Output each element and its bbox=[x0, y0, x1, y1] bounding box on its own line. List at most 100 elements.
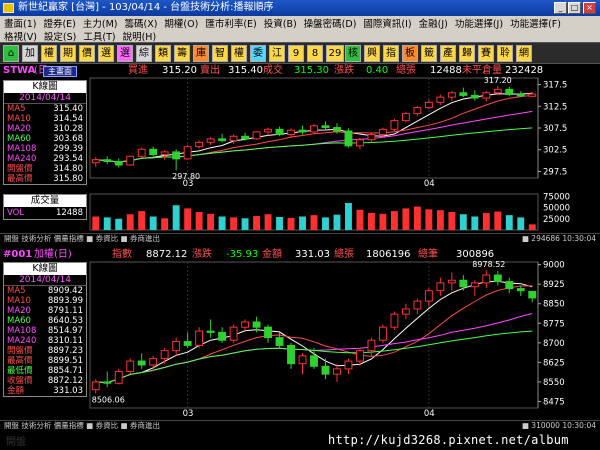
candle-body bbox=[333, 368, 341, 375]
infobox-row: MA10 8893.99 bbox=[4, 296, 86, 306]
toolbar-button-21[interactable]: 板 bbox=[402, 45, 418, 62]
menu-item-4[interactable]: 期權(O) bbox=[164, 19, 198, 30]
infobox-value: 293.54 bbox=[53, 154, 83, 164]
toolbar-button-23[interactable]: 產 bbox=[440, 45, 456, 62]
menu-row-secondary: 格視(V) 設定(S) 工具(T) 說明(H) bbox=[4, 29, 163, 43]
y-tick-label: 312.5 bbox=[543, 102, 567, 112]
candle-body bbox=[183, 341, 192, 346]
toolbar-button-11[interactable]: 智 bbox=[212, 45, 228, 62]
menu-item-7[interactable]: 操盤密碼(D) bbox=[304, 19, 357, 30]
toolbar-button-24[interactable]: 歸 bbox=[459, 45, 475, 62]
toolbar-button-27[interactable]: 網 bbox=[516, 45, 532, 62]
change-label: 漲跌 bbox=[334, 65, 354, 76]
toolbar-button-0[interactable]: ⌂ bbox=[3, 45, 19, 62]
candle-body bbox=[333, 127, 341, 132]
menu-row-primary: 畫面(1) 證券(E) 主力(M) 籌碼(X) 期權(O) 匯市利率(E) 投資(B) 操盤密… bbox=[4, 16, 568, 30]
candle-body bbox=[114, 371, 123, 384]
toolbar-button-12[interactable]: 權 bbox=[231, 45, 247, 62]
toolbar-button-22[interactable]: 籤 bbox=[421, 45, 437, 62]
infobox-row: MA108 299.39 bbox=[4, 144, 86, 154]
candle-body bbox=[137, 148, 146, 157]
volume-bar bbox=[345, 203, 352, 230]
y-tick-label: 8775 bbox=[543, 319, 565, 329]
album-url[interactable]: http://kujd3268.pixnet.net/album bbox=[328, 433, 569, 447]
menu-item-9[interactable]: 金融(J) bbox=[419, 19, 448, 30]
minimize-button[interactable]: _ bbox=[554, 2, 567, 14]
candle-body bbox=[195, 141, 204, 148]
toolbar-button-18[interactable]: 核 bbox=[345, 45, 361, 62]
volume-bar bbox=[207, 213, 215, 230]
volume-bar bbox=[517, 217, 525, 230]
amount-label: 金額 bbox=[262, 249, 282, 260]
toolbar-button-10[interactable]: 庫 bbox=[193, 45, 209, 62]
index-change-label: 漲跌 bbox=[192, 249, 212, 260]
toolbar-button-4[interactable]: 價 bbox=[79, 45, 95, 62]
toolbar-button-6[interactable]: 選 bbox=[117, 45, 133, 62]
toolbar-button-2[interactable]: 權 bbox=[41, 45, 57, 62]
toolbar-button-1[interactable]: 加 bbox=[22, 45, 38, 62]
infobox-key: MA60 bbox=[7, 134, 31, 144]
candle-body bbox=[505, 281, 514, 290]
index-ma-infobox: K線圖 2014/04/14 MA5 8909.42 MA10 8893.99 MA20… bbox=[3, 262, 87, 397]
candle-body bbox=[459, 92, 468, 96]
candle-body bbox=[401, 113, 410, 122]
volume-bar bbox=[276, 216, 283, 230]
candle-body bbox=[287, 344, 295, 365]
y-tick-label: 8850 bbox=[543, 300, 565, 310]
deal-value: 315.30 bbox=[294, 65, 329, 76]
infobox-key: 開盤價 bbox=[7, 346, 33, 356]
candle-body bbox=[356, 350, 364, 362]
close-button[interactable]: × bbox=[583, 2, 596, 14]
infobox-key: 最高價 bbox=[7, 174, 33, 184]
volume-tick-label: 50000 bbox=[543, 204, 570, 214]
infobox-key: 最高價 bbox=[7, 356, 33, 366]
menu-item-5[interactable]: 匯市利率(E) bbox=[205, 19, 256, 30]
toolbar-button-25[interactable]: 賽 bbox=[478, 45, 494, 62]
toolbar-button-16[interactable]: 8 bbox=[307, 45, 323, 62]
candle-body bbox=[367, 339, 376, 352]
y-tick-label: 317.5 bbox=[543, 81, 567, 91]
index-chart-svg[interactable]: 9000 8925 8850 8775 8700 8625 8550 8475 03 04 8978… bbox=[0, 248, 600, 430]
candle-body bbox=[321, 125, 330, 129]
stock-chart-svg[interactable]: 317.5312.5307.5302.5297.503 04317.20297.8… bbox=[0, 64, 600, 242]
candle-body bbox=[172, 151, 181, 160]
infobox-row: 開盤價 8897.23 bbox=[4, 346, 86, 356]
toolbar-button-9[interactable]: 籌 bbox=[174, 45, 190, 62]
toolbar-button-13[interactable]: 委 bbox=[250, 45, 266, 62]
menu-item-6[interactable]: 投資(B) bbox=[264, 19, 297, 30]
candle-body bbox=[103, 381, 112, 384]
toolbar-button-17[interactable]: 29 bbox=[326, 45, 344, 62]
candle-body bbox=[103, 159, 112, 162]
candle-body bbox=[126, 155, 135, 166]
menu-item-11[interactable]: 功能選擇(F) bbox=[510, 19, 561, 30]
infobox-key: 最低價 bbox=[7, 366, 33, 376]
volume-infobox: 成交量 VOL 12488 bbox=[3, 194, 87, 220]
toolbar-button-14[interactable]: 江 bbox=[269, 45, 285, 62]
status-right: ■ 294686 10:30:04 bbox=[521, 234, 596, 243]
toolbar-button-8[interactable]: 類 bbox=[155, 45, 171, 62]
toolbar-button-7[interactable]: 綜 bbox=[136, 45, 152, 62]
toolbar-button-26[interactable]: 聆 bbox=[497, 45, 513, 62]
candle-body bbox=[229, 135, 238, 142]
candle-body bbox=[390, 120, 399, 130]
maximize-button[interactable]: □ bbox=[568, 2, 581, 14]
x-tick-label: 03 bbox=[183, 409, 194, 419]
toolbar-button-19[interactable]: 興 bbox=[364, 45, 380, 62]
candle-body bbox=[149, 357, 158, 366]
index-symbol[interactable]: #001 bbox=[3, 248, 32, 261]
toolbar-button-3[interactable]: 期 bbox=[60, 45, 76, 62]
menu-item-10[interactable]: 功能選擇(J) bbox=[455, 19, 503, 30]
candle-body bbox=[436, 96, 445, 103]
infobox-value: 303.68 bbox=[53, 134, 83, 144]
infobox-value: 314.80 bbox=[53, 164, 83, 174]
menu-item-8[interactable]: 國際資訊(I) bbox=[363, 19, 411, 30]
y-tick-label: 8625 bbox=[543, 358, 565, 368]
toolbar-button-15[interactable]: 9 bbox=[288, 45, 304, 62]
infobox-row: MA20 8791.11 bbox=[4, 306, 86, 316]
candle-body bbox=[470, 282, 479, 288]
candle-body bbox=[378, 128, 387, 136]
infobox-row: 收盤價 8872.12 bbox=[4, 376, 86, 386]
stock-symbol[interactable]: STWA bbox=[3, 64, 35, 77]
toolbar-button-5[interactable]: 選 bbox=[98, 45, 114, 62]
toolbar-button-20[interactable]: 指 bbox=[383, 45, 399, 62]
